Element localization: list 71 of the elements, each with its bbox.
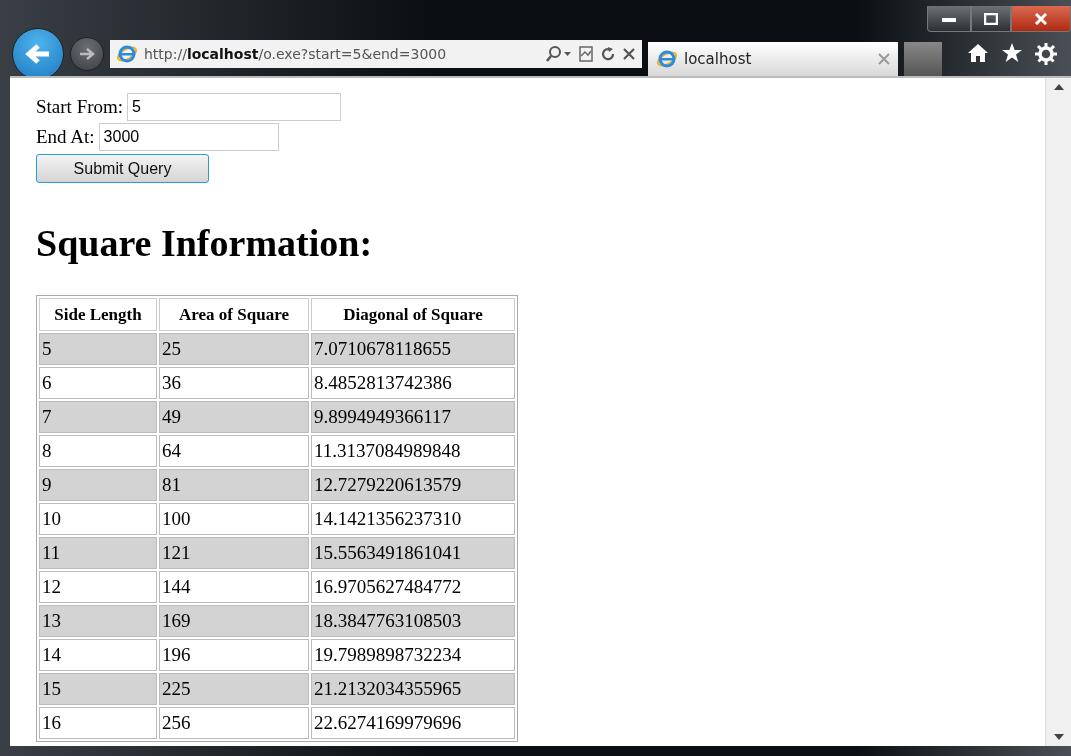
- table-cell: 10: [39, 503, 157, 535]
- close-icon: [1034, 12, 1048, 25]
- table-cell: 225: [159, 673, 309, 705]
- table-cell: 25: [159, 333, 309, 365]
- tab-title: localhost: [684, 50, 753, 68]
- table-cell: 8: [39, 435, 157, 467]
- table-cell: 12.7279220613579: [311, 469, 515, 501]
- forward-arrow-icon: [79, 47, 95, 61]
- address-bar[interactable]: http://localhost/o.exe?start=5&end=3000: [110, 40, 642, 68]
- table-cell: 49: [159, 401, 309, 433]
- table-cell: 5: [39, 333, 157, 365]
- maximize-button[interactable]: [971, 6, 1011, 32]
- table-cell: 21.2132034355965: [311, 673, 515, 705]
- column-header: Diagonal of Square: [311, 298, 515, 331]
- table-cell: 196: [159, 639, 309, 671]
- field-label: Start From:: [36, 96, 124, 118]
- star-icon[interactable]: [1001, 43, 1023, 63]
- table-cell: 36: [159, 367, 309, 399]
- table-cell: 256: [159, 707, 309, 739]
- close-button[interactable]: [1011, 6, 1071, 32]
- submit-button[interactable]: Submit Query: [36, 154, 209, 183]
- browser-logo-icon: [116, 44, 138, 64]
- refresh-icon[interactable]: [600, 46, 616, 62]
- settings-icon[interactable]: [1035, 43, 1057, 65]
- table-cell: 22.6274169979696: [311, 707, 515, 739]
- table-cell: 64: [159, 435, 309, 467]
- table-cell: 8.4852813742386: [311, 367, 515, 399]
- table-cell: 16.9705627484772: [311, 571, 515, 603]
- scroll-up-icon[interactable]: [1053, 84, 1064, 90]
- table-cell: 81: [159, 469, 309, 501]
- table-cell: 9: [39, 469, 157, 501]
- table-cell: 6: [39, 367, 157, 399]
- number-field[interactable]: 5: [127, 93, 342, 121]
- table-cell: 169: [159, 605, 309, 637]
- field-label: End At:: [36, 126, 95, 148]
- table-cell: 12: [39, 571, 157, 603]
- address-url: http://localhost/o.exe?start=5&end=3000: [144, 46, 448, 62]
- number-field[interactable]: 3000: [98, 123, 279, 151]
- table-cell: 14: [39, 639, 157, 671]
- table-cell: 13: [39, 605, 157, 637]
- home-icon[interactable]: [967, 43, 989, 63]
- column-header: Area of Square: [159, 298, 309, 331]
- browser-tab[interactable]: localhost: [648, 42, 898, 76]
- scroll-down-icon[interactable]: [1053, 734, 1064, 740]
- scrollbar[interactable]: [1045, 78, 1071, 746]
- stop-icon[interactable]: [622, 47, 636, 61]
- minimize-button[interactable]: [927, 6, 971, 32]
- column-header: Side Length: [39, 298, 157, 331]
- page-heading: Square Information:: [36, 221, 374, 265]
- table-cell: 16: [39, 707, 157, 739]
- browser-logo-icon: [656, 49, 678, 69]
- table-cell: 9.8994949366117: [311, 401, 515, 433]
- search-icon[interactable]: [544, 45, 572, 63]
- close-tab-icon[interactable]: [878, 53, 890, 65]
- table-cell: 7.0710678118655: [311, 333, 515, 365]
- table-cell: 14.1421356237310: [311, 503, 515, 535]
- maximize-icon: [984, 12, 998, 25]
- table-cell: 11: [39, 537, 157, 569]
- minimize-icon: [942, 15, 956, 22]
- table-cell: 15: [39, 673, 157, 705]
- table-cell: 19.7989898732234: [311, 639, 515, 671]
- table-cell: 100: [159, 503, 309, 535]
- table-cell: 18.3847763108503: [311, 605, 515, 637]
- table-cell: 15.5563491861041: [311, 537, 515, 569]
- table-cell: 121: [159, 537, 309, 569]
- compatibility-icon[interactable]: [578, 46, 594, 62]
- table-cell: 11.3137084989848: [311, 435, 515, 467]
- table-cell: 7: [39, 401, 157, 433]
- back-arrow-icon: [25, 43, 51, 65]
- forward-button[interactable]: [70, 37, 104, 71]
- table-cell: 144: [159, 571, 309, 603]
